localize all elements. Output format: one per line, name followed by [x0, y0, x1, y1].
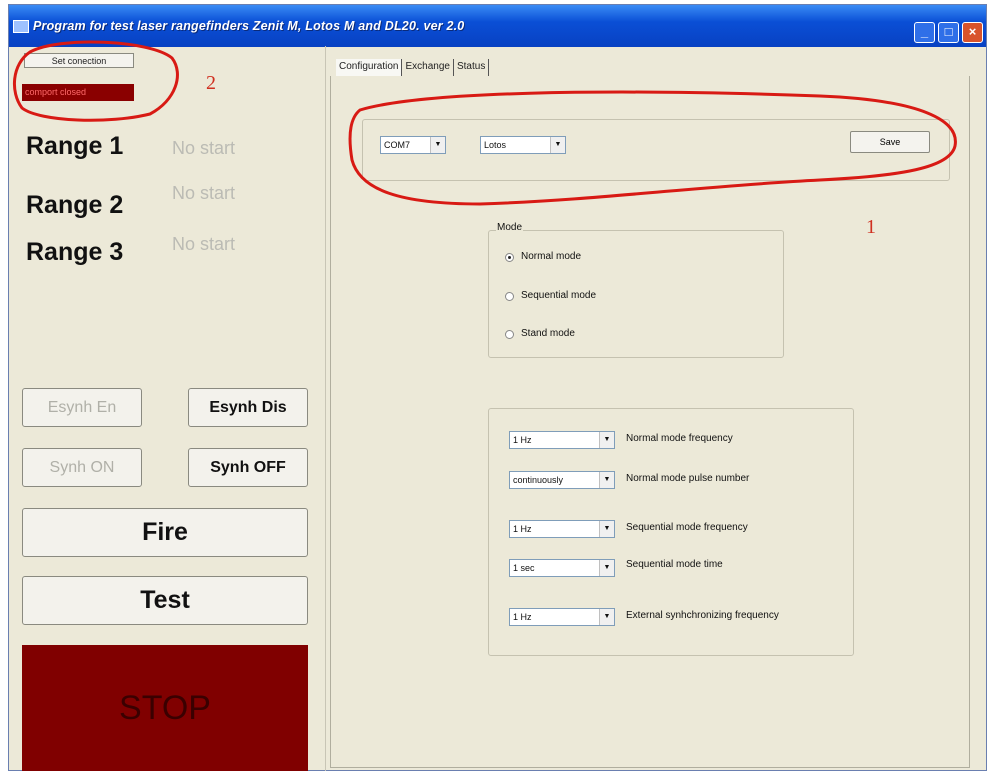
annotation-number-2: 2: [206, 72, 216, 94]
annotation-circle-1: [348, 90, 957, 206]
annotation-circle-2: [12, 40, 179, 122]
annotation-layer: [12, 40, 957, 206]
annotation-number-1: 1: [866, 216, 876, 238]
